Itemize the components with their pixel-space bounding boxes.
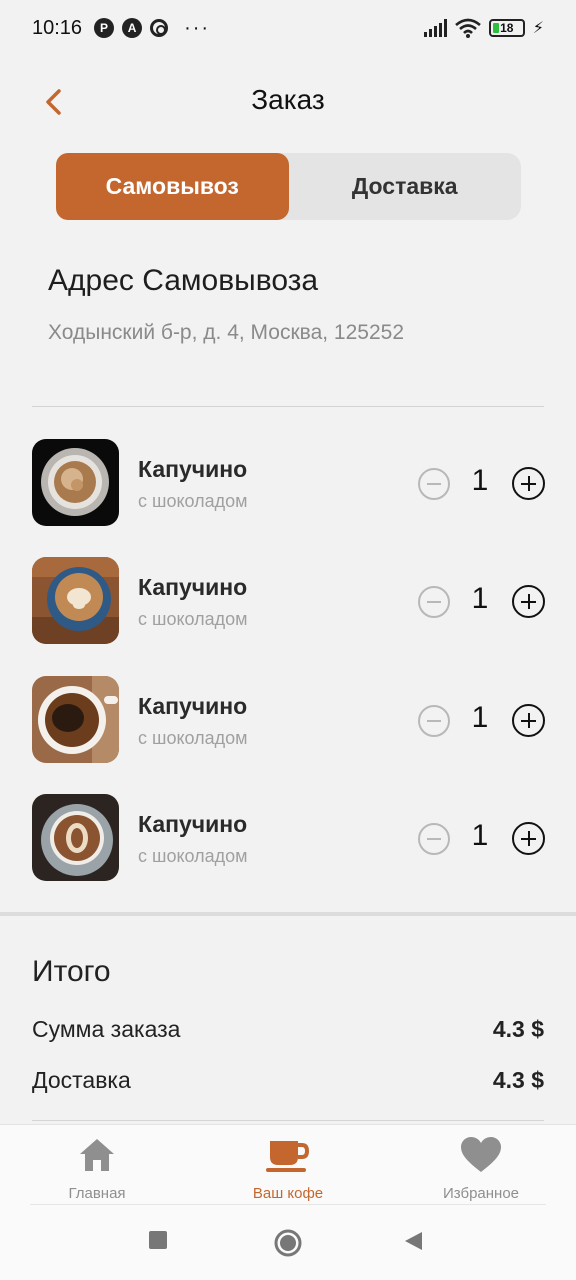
- list-item: Капучино с шоколадом 1: [32, 439, 545, 527]
- list-item: Капучино с шоколадом 1: [32, 794, 545, 882]
- increase-quantity-button[interactable]: [512, 822, 545, 855]
- bottom-nav: Главная Ваш кофе Избранное: [0, 1124, 576, 1204]
- status-bar: 10:16 P A ··· 18 ⚡: [0, 0, 576, 56]
- header: Заказ: [0, 74, 576, 130]
- increase-quantity-button[interactable]: [512, 585, 545, 618]
- increase-quantity-button[interactable]: [512, 704, 545, 737]
- divider: [32, 406, 544, 407]
- battery-level: 18: [500, 21, 514, 35]
- item-subtitle: с шоколадом: [138, 846, 248, 866]
- pickup-address: Ходынский б-р, д. 4, Москва, 125252: [48, 321, 404, 344]
- nav-favorites-label: Избранное: [442, 1185, 520, 1202]
- tab-delivery[interactable]: Доставка: [289, 153, 522, 220]
- wifi-icon: [454, 18, 481, 38]
- heart-icon: [461, 1137, 501, 1172]
- nav-your-coffee[interactable]: Ваш кофе: [218, 1125, 358, 1205]
- recent-apps-icon[interactable]: [148, 1230, 168, 1250]
- home-circle-icon[interactable]: [273, 1228, 303, 1258]
- coffee-image: [32, 676, 119, 763]
- nav-your-coffee-label: Ваш кофе: [252, 1185, 324, 1202]
- order-sum-value: 4.3 $: [492, 1016, 544, 1042]
- divider: [32, 1120, 544, 1121]
- totals-title: Итого: [32, 955, 111, 988]
- system-nav-bar: [0, 1204, 576, 1280]
- p-app-icon: P: [94, 18, 115, 38]
- home-icon: [80, 1139, 114, 1171]
- decrease-quantity-button[interactable]: [418, 705, 450, 737]
- delivery-cost-value: 4.3 $: [492, 1067, 544, 1093]
- more-dots-icon: ···: [184, 16, 211, 39]
- coffee-image: [32, 557, 119, 644]
- section-divider: [0, 912, 576, 916]
- item-subtitle: с шоколадом: [138, 609, 248, 629]
- nav-home-label: Главная: [68, 1185, 126, 1202]
- charging-icon: ⚡: [532, 20, 544, 37]
- decrease-quantity-button[interactable]: [418, 823, 450, 855]
- item-name: Капучино: [138, 811, 248, 837]
- quantity-value: 1: [471, 582, 489, 615]
- spiral-icon: [150, 19, 169, 37]
- decrease-quantity-button[interactable]: [418, 468, 450, 500]
- list-item: Капучино с шоколадом 1: [32, 557, 545, 645]
- delivery-cost-label: Доставка: [32, 1067, 131, 1093]
- nav-favorites[interactable]: Избранное: [411, 1125, 551, 1205]
- item-name: Капучино: [138, 456, 248, 482]
- tab-pickup[interactable]: Самовывоз: [56, 153, 289, 220]
- delivery-mode-tabs: Самовывоз Доставка: [56, 153, 521, 220]
- quantity-value: 1: [471, 464, 489, 497]
- pickup-address-title: Адрес Самовывоза: [48, 264, 319, 297]
- item-subtitle: с шоколадом: [138, 728, 248, 748]
- order-sum-row: Сумма заказа 4.3 $: [32, 1016, 544, 1048]
- list-item: Капучино с шоколадом 1: [32, 676, 545, 764]
- coffee-image: [32, 439, 119, 526]
- item-name: Капучино: [138, 693, 248, 719]
- quantity-value: 1: [471, 819, 489, 852]
- delivery-cost-row: Доставка 4.3 $: [32, 1067, 544, 1099]
- battery-icon: 18: [488, 19, 525, 37]
- signal-icon: [423, 19, 447, 37]
- order-sum-label: Сумма заказа: [32, 1016, 181, 1042]
- item-name: Капучино: [138, 574, 248, 600]
- increase-quantity-button[interactable]: [512, 467, 545, 500]
- nav-home[interactable]: Главная: [27, 1125, 167, 1205]
- decrease-quantity-button[interactable]: [418, 586, 450, 618]
- quantity-value: 1: [471, 701, 489, 734]
- status-time: 10:16: [32, 16, 83, 39]
- page-title: Заказ: [251, 84, 325, 115]
- a-app-icon: A: [122, 18, 143, 38]
- coffee-cup-icon: [266, 1141, 310, 1172]
- item-subtitle: с шоколадом: [138, 491, 248, 511]
- coffee-image: [32, 794, 119, 881]
- back-triangle-icon[interactable]: [402, 1230, 424, 1252]
